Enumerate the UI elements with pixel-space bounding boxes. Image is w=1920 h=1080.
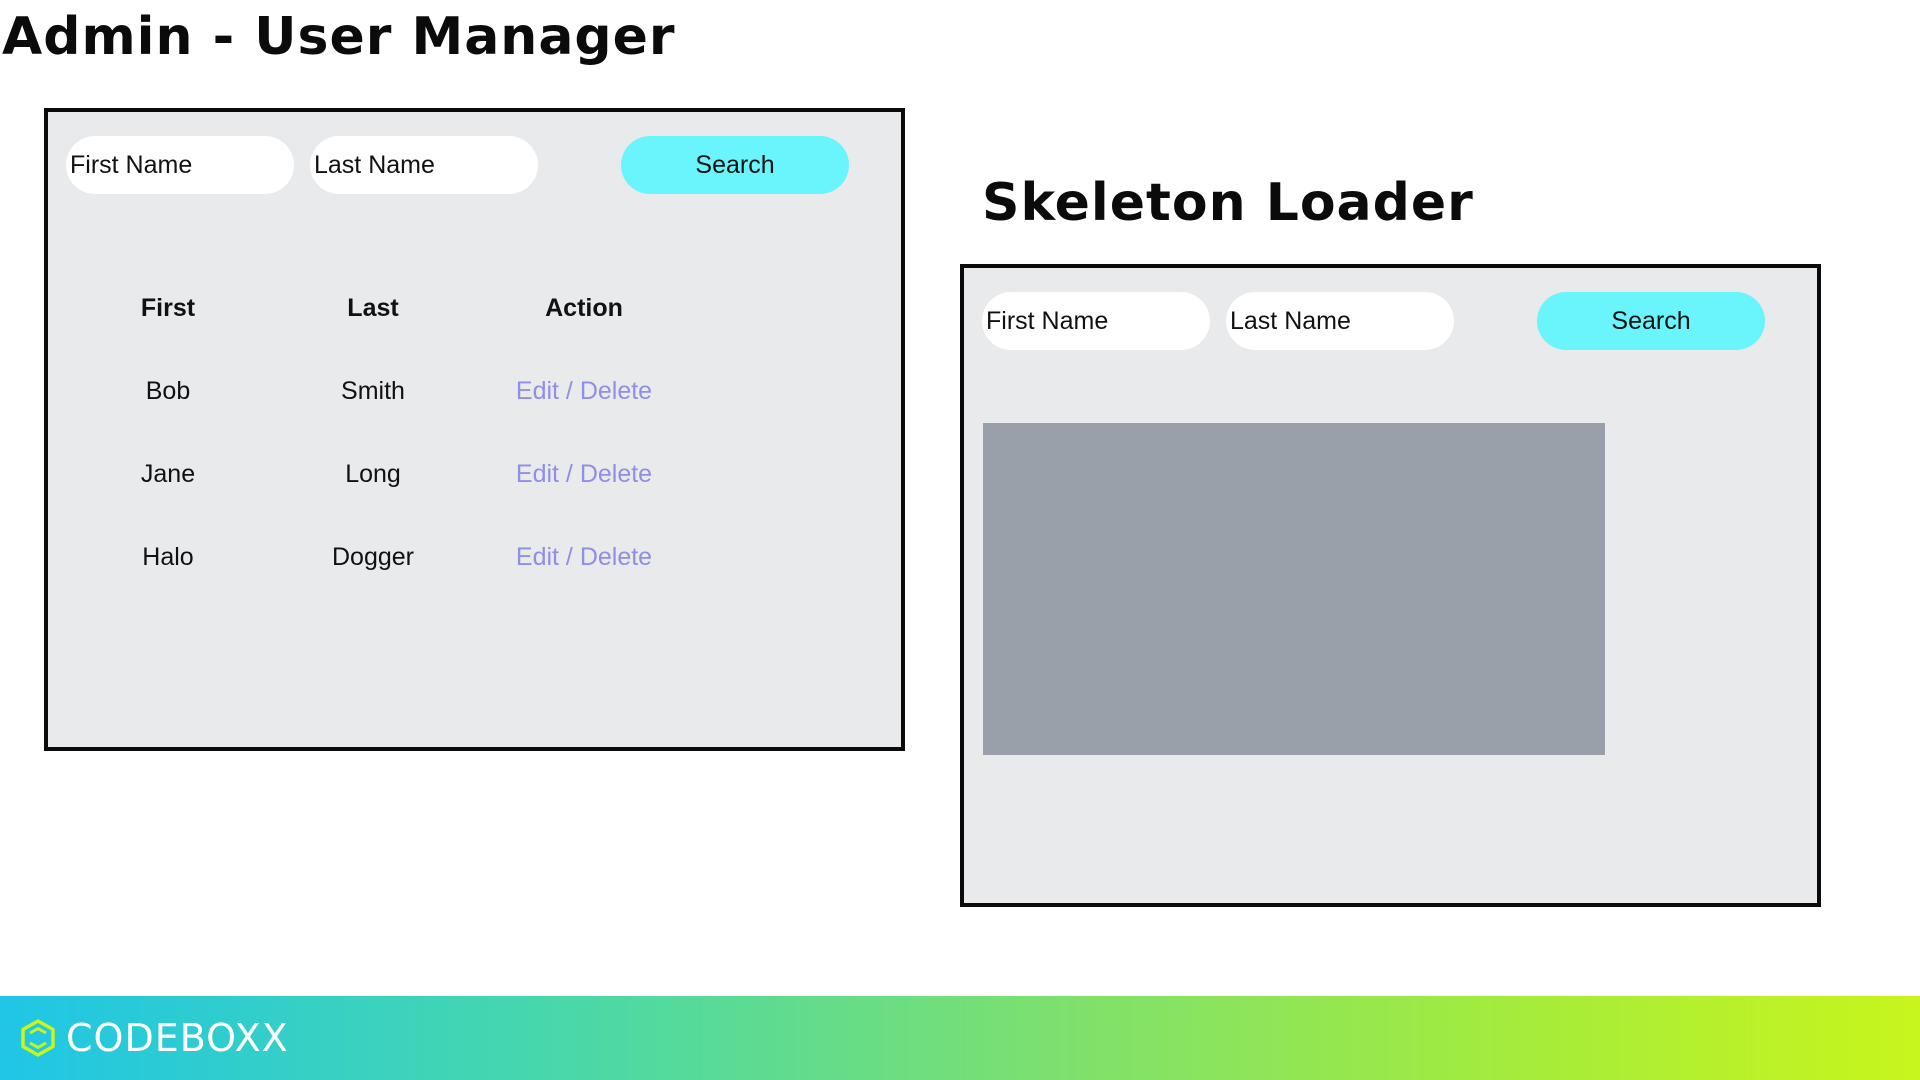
brand-name: CODEBOXX [66,1016,289,1060]
codeboxx-logo: CODEBOXX [18,1016,289,1060]
page: Admin - User Manager First Name Last Nam… [0,0,1920,1080]
search-button[interactable]: Search [621,136,849,194]
last-name-field[interactable]: Last Name [1226,292,1454,350]
edit-delete-link[interactable]: Edit / Delete [464,458,704,490]
table-cell-last: Smith [341,377,405,405]
column-header-action: Action [545,294,623,322]
skeleton-placeholder-block [983,423,1605,755]
skeleton-loader-panel: First Name Last Name Search [960,264,1821,907]
page-title: Admin - User Manager [2,7,676,67]
column-header-last: Last [347,294,399,322]
first-name-field[interactable]: First Name [66,136,294,194]
table-cell-last: Long [345,460,401,488]
first-name-field[interactable]: First Name [982,292,1210,350]
edit-delete-link[interactable]: Edit / Delete [464,375,704,407]
table-cell-first: Halo [142,543,194,571]
table-cell-last: Dogger [332,543,414,571]
user-manager-panel: First Name Last Name Search First Last A… [44,108,905,751]
table-cell-first: Bob [145,377,191,405]
hexagon-logo-icon [21,1019,55,1057]
last-name-field[interactable]: Last Name [310,136,538,194]
footer-bar: CODEBOXX [0,996,1920,1080]
search-button[interactable]: Search [1537,292,1765,350]
column-header-first: First [140,294,196,322]
skeleton-loader-title: Skeleton Loader [982,173,1474,233]
edit-delete-link[interactable]: Edit / Delete [464,541,704,573]
table-cell-first: Jane [140,460,196,488]
